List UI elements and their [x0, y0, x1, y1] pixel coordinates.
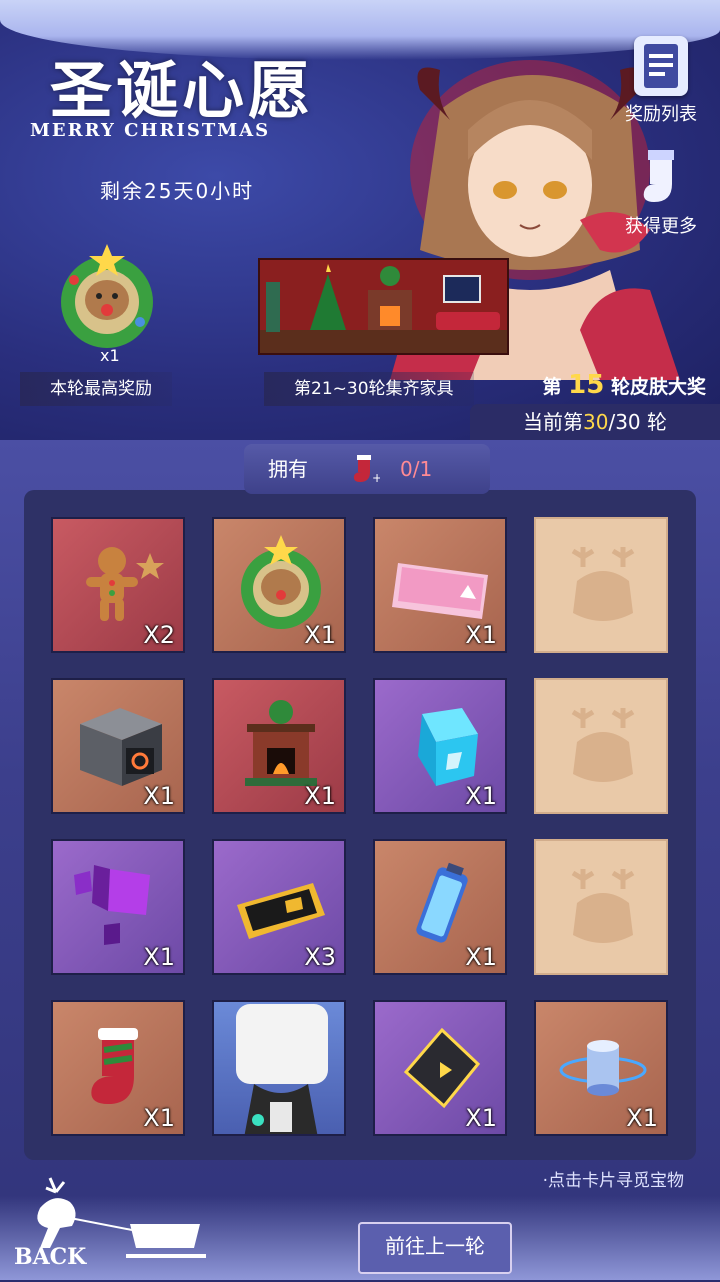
grid-cell-purple-cubes[interactable]: X1 [51, 839, 185, 975]
stocking-icon [634, 148, 688, 208]
back-label: BACK [14, 1244, 87, 1270]
item-quantity: X1 [304, 621, 336, 649]
remaining-time: 剩余25天0小时 [100, 179, 255, 203]
item-quantity: X3 [304, 943, 336, 971]
document-icon [634, 36, 688, 96]
top-reward-label: 本轮最高奖励 [20, 372, 172, 406]
grid-cell-cyan-cube[interactable]: X1 [373, 678, 507, 814]
furniture-label: 第21~30轮集齐家具 [264, 372, 474, 406]
current-round: 当前第30/30 轮 [470, 404, 720, 440]
get-more-button[interactable]: 获得更多 [616, 148, 706, 238]
grid-cell-locked[interactable] [534, 678, 668, 814]
item-quantity: X1 [465, 943, 497, 971]
grid-cell-locked[interactable] [534, 517, 668, 653]
grid-cell-stocking[interactable]: X1 [51, 1000, 185, 1136]
round-suffix: /30 轮 [608, 410, 667, 434]
grid-cell-reindeer-wreath[interactable]: X1 [212, 517, 346, 653]
stocking-icon [91, 1028, 138, 1104]
grid-cell-supply-box[interactable]: X1 [51, 678, 185, 814]
item-quantity: X2 [143, 621, 175, 649]
title-subtitle: MERRY CHRISTMAS [30, 120, 271, 141]
purple-cubes-icon [74, 865, 150, 945]
grid-cell-locked[interactable] [534, 839, 668, 975]
title-text: 圣诞心愿 [50, 54, 315, 127]
item-quantity: X1 [143, 1104, 175, 1132]
ticket-icon [392, 563, 488, 619]
get-more-label: 获得更多 [625, 216, 697, 237]
grid-cell-battery[interactable]: X1 [373, 839, 507, 975]
furniture-preview [258, 258, 509, 355]
round-prefix: 当前第 [523, 410, 583, 434]
svg-text:+: + [372, 471, 380, 484]
grid-cell-gold-ticket[interactable]: X3 [212, 839, 346, 975]
item-quantity: X1 [465, 1104, 497, 1132]
skin-suffix: 轮皮肤大奖 [610, 376, 706, 398]
event-title: 圣诞心愿 MERRY CHRISTMAS [30, 40, 350, 160]
owned-count: 0/1 [400, 457, 433, 481]
wreath-icon [241, 535, 321, 629]
grid-cell-blue-cylinder[interactable]: X1 [534, 1000, 668, 1136]
hint-text: ·点击卡片寻觅宝物 [542, 1171, 684, 1191]
item-quantity: X1 [304, 782, 336, 810]
top-reward-count: x1 [100, 346, 120, 365]
item-quantity: X1 [143, 943, 175, 971]
skin-prefix: 第 [542, 376, 562, 398]
previous-round-button[interactable]: 前往上一轮 [358, 1222, 512, 1274]
round-current: 30 [583, 410, 609, 434]
grid-cell-gingerbread[interactable]: X2 [51, 517, 185, 653]
cube-icon [418, 708, 478, 786]
item-quantity: X1 [465, 782, 497, 810]
item-quantity: X1 [465, 621, 497, 649]
gingerbread-icon [86, 547, 164, 621]
grid-cell-character-card[interactable] [212, 1000, 346, 1136]
reindeer-silhouette-icon [571, 708, 635, 782]
supply-box-icon [80, 708, 162, 786]
grid-cell-fireplace[interactable]: X1 [212, 678, 346, 814]
event-banner: 圣诞心愿 MERRY CHRISTMAS 剩余25天0小时 奖励列表 获得更多 [0, 0, 720, 440]
item-quantity: X1 [143, 782, 175, 810]
fireplace-icon [245, 700, 317, 786]
reward-list-button[interactable]: 奖励列表 [616, 36, 706, 126]
reindeer-silhouette-icon [571, 869, 635, 943]
battery-icon [416, 862, 468, 943]
stocking-icon: + [353, 455, 380, 484]
crystal-icon [403, 1027, 481, 1109]
item-quantity: X1 [626, 1104, 658, 1132]
grid-cell-ticket-pink[interactable]: X1 [373, 517, 507, 653]
reindeer-silhouette-icon [571, 547, 635, 621]
gold-ticket-icon [237, 883, 325, 939]
owned-bar: 拥有 + 0/1 [244, 444, 490, 494]
reward-list-label: 奖励列表 [625, 104, 697, 125]
skin-prize-label: 第 15 轮皮肤大奖 [543, 370, 706, 400]
cylinder-icon [559, 1040, 647, 1096]
owned-label: 拥有 [268, 457, 308, 481]
character-card-icon [236, 1004, 328, 1134]
grid-cell-dark-crystal[interactable]: X1 [373, 1000, 507, 1136]
skin-round-number: 15 [568, 370, 605, 400]
